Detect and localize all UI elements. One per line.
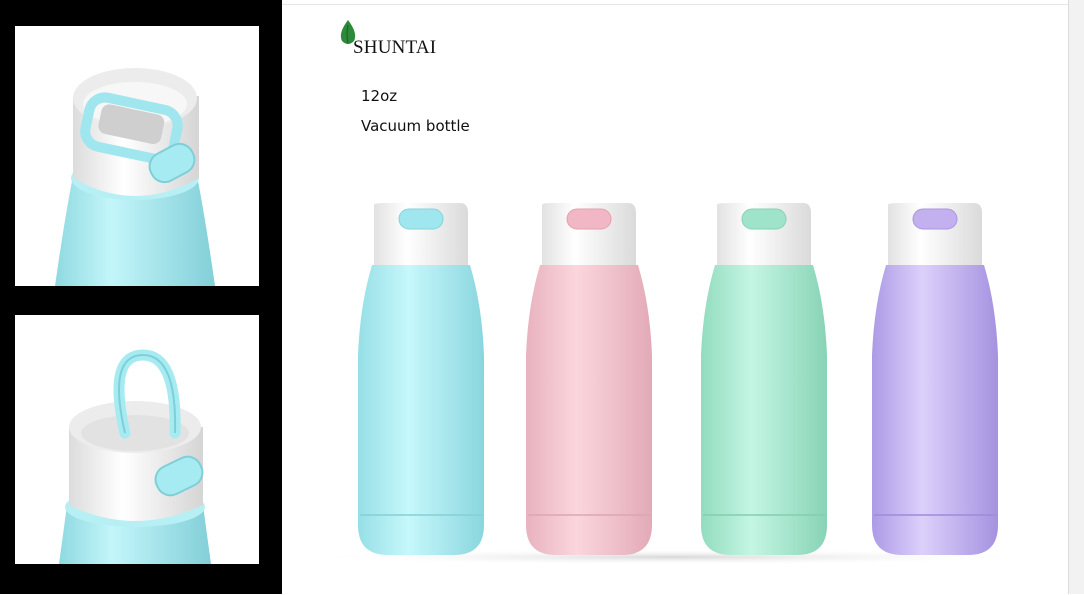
lid-closed-closeup bbox=[15, 26, 259, 286]
lid-open-closeup-image bbox=[59, 349, 211, 564]
right-scroll-edge bbox=[1068, 0, 1084, 594]
product-type: Vacuum bottle bbox=[361, 117, 470, 135]
bottle-mint bbox=[701, 203, 827, 555]
product-capacity: 12oz bbox=[361, 87, 398, 105]
bottle-lavender bbox=[872, 203, 998, 555]
product-slide: SHUNTAI 12oz Vacuum bottle bbox=[282, 4, 1068, 595]
brand-logo: SHUNTAI bbox=[338, 19, 498, 59]
bottle-pink bbox=[526, 203, 652, 555]
bottle-aqua bbox=[358, 203, 484, 555]
detail-views-panel bbox=[0, 0, 282, 594]
lid-open-closeup bbox=[15, 315, 259, 564]
brand-name: SHUNTAI bbox=[353, 37, 437, 58]
bottle-lineup bbox=[302, 203, 1042, 565]
lid-closed-closeup-image bbox=[55, 68, 215, 286]
